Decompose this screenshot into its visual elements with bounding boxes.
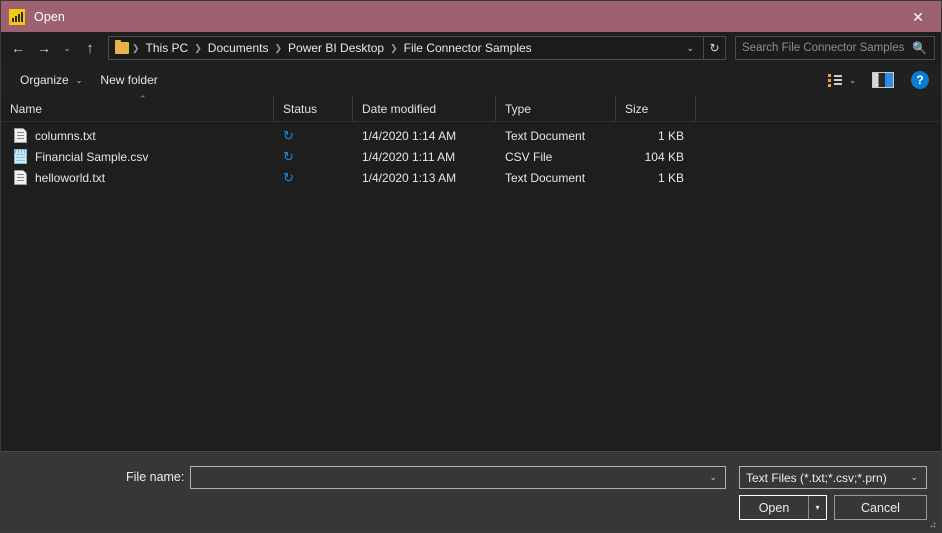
new-folder-button[interactable]: New folder bbox=[91, 69, 166, 91]
breadcrumb-separator-0: ❯ bbox=[132, 42, 140, 53]
resize-grip[interactable] bbox=[927, 519, 937, 529]
chevron-down-icon: ⌄ bbox=[75, 75, 83, 85]
file-size-cell: 104 KB bbox=[644, 149, 684, 164]
text-file-icon bbox=[14, 170, 27, 185]
chevron-down-icon[interactable]: ⌄ bbox=[902, 472, 926, 483]
file-list[interactable]: columns.txt ↻ 1/4/2020 1:14 AM Text Docu… bbox=[1, 122, 941, 451]
forward-button[interactable]: → bbox=[31, 35, 57, 61]
file-status-cell: ↻ bbox=[274, 150, 353, 163]
sync-icon: ↻ bbox=[283, 149, 294, 164]
file-name-label: Financial Sample.csv bbox=[35, 149, 149, 164]
breadcrumb-separator-1: ❯ bbox=[194, 42, 202, 53]
chevron-down-icon[interactable]: ⌄ bbox=[682, 43, 703, 54]
column-headers: Name ⌃ Status Date modified Type Size bbox=[1, 94, 941, 122]
table-row[interactable]: columns.txt ↻ 1/4/2020 1:14 AM Text Docu… bbox=[1, 125, 941, 146]
window-title: Open bbox=[34, 9, 65, 24]
sort-ascending-icon: ⌃ bbox=[139, 94, 147, 104]
file-name-label: helloworld.txt bbox=[35, 170, 106, 185]
open-button-label: Open bbox=[758, 500, 790, 515]
refresh-icon[interactable]: ↻ bbox=[704, 36, 726, 60]
column-header-size[interactable]: Size bbox=[616, 96, 696, 121]
breadcrumb-item-file-connector-samples[interactable]: File Connector Samples bbox=[399, 41, 537, 55]
chevron-down-icon[interactable]: ⌄ bbox=[701, 472, 725, 483]
search-input[interactable]: Search File Connector Samples 🔍 bbox=[735, 36, 935, 60]
file-type-filter-value: Text Files (*.txt;*.csv;*.prn) bbox=[746, 470, 887, 485]
sync-icon: ↻ bbox=[283, 128, 294, 143]
breadcrumb-separator-3: ❯ bbox=[390, 42, 398, 53]
close-icon[interactable]: ✕ bbox=[895, 1, 941, 32]
file-name-field-label: File name: bbox=[126, 470, 185, 484]
file-name-label: columns.txt bbox=[35, 128, 96, 143]
file-date-cell: 1/4/2020 1:14 AM bbox=[362, 128, 457, 143]
column-header-status-label: Status bbox=[283, 101, 318, 116]
breadcrumb[interactable]: ❯ This PC ❯ Documents ❯ Power BI Desktop… bbox=[108, 36, 704, 60]
column-header-type[interactable]: Type bbox=[496, 96, 616, 121]
help-icon[interactable]: ? bbox=[911, 71, 929, 89]
powerbi-icon bbox=[9, 8, 25, 25]
file-date-cell: 1/4/2020 1:11 AM bbox=[362, 149, 456, 164]
file-date-cell: 1/4/2020 1:13 AM bbox=[362, 170, 457, 185]
new-folder-label: New folder bbox=[100, 73, 158, 87]
organize-label: Organize bbox=[20, 73, 69, 87]
chevron-down-icon[interactable]: ⌄ bbox=[842, 76, 866, 85]
column-header-date-modified-label: Date modified bbox=[362, 101, 437, 116]
table-row[interactable]: Financial Sample.csv ↻ 1/4/2020 1:11 AM … bbox=[1, 146, 941, 167]
file-name-input[interactable]: ⌄ bbox=[190, 466, 726, 489]
command-bar: Organize ⌄ New folder ⌄ ? bbox=[1, 64, 941, 96]
breadcrumb-item-documents[interactable]: Documents bbox=[203, 41, 274, 55]
search-icon: 🔍 bbox=[912, 41, 927, 55]
breadcrumb-separator-2: ❯ bbox=[274, 42, 283, 53]
table-row[interactable]: helloworld.txt ↻ 1/4/2020 1:13 AM Text D… bbox=[1, 167, 941, 188]
open-button[interactable]: Open ▾ bbox=[739, 495, 827, 520]
file-type-filter-select[interactable]: Text Files (*.txt;*.csv;*.prn) ⌄ bbox=[739, 466, 927, 489]
column-header-name[interactable]: Name ⌃ bbox=[1, 94, 274, 121]
folder-icon bbox=[115, 40, 129, 54]
open-dropdown-icon[interactable]: ▾ bbox=[808, 496, 826, 519]
text-file-icon bbox=[14, 128, 27, 143]
file-type-cell: CSV File bbox=[505, 149, 553, 164]
column-header-date-modified[interactable]: Date modified bbox=[353, 96, 496, 121]
column-header-name-label: Name bbox=[10, 101, 43, 116]
open-file-dialog: Open ✕ ← → ⌄ ↑ ❯ This PC ❯ Documents ❯ P… bbox=[0, 0, 942, 533]
view-layout-icon[interactable] bbox=[828, 73, 843, 87]
recent-locations-button[interactable]: ⌄ bbox=[57, 35, 77, 61]
file-type-cell: Text Document bbox=[505, 170, 586, 185]
csv-file-icon bbox=[14, 149, 27, 164]
file-name-cell[interactable]: Financial Sample.csv bbox=[1, 149, 274, 164]
up-button[interactable]: ↑ bbox=[77, 35, 103, 61]
breadcrumb-item-power-bi-desktop[interactable]: Power BI Desktop bbox=[283, 41, 389, 55]
file-name-cell[interactable]: columns.txt bbox=[1, 128, 274, 143]
file-size-cell: 1 KB bbox=[657, 170, 684, 185]
file-type-cell: Text Document bbox=[505, 128, 586, 143]
title-bar: Open ✕ bbox=[1, 1, 941, 32]
file-size-cell: 1 KB bbox=[657, 128, 684, 143]
column-header-type-label: Type bbox=[505, 101, 532, 116]
preview-pane-icon[interactable] bbox=[872, 72, 894, 88]
column-header-size-label: Size bbox=[625, 101, 649, 116]
back-button[interactable]: ← bbox=[5, 35, 31, 61]
column-header-status[interactable]: Status bbox=[274, 96, 353, 121]
address-bar: ← → ⌄ ↑ ❯ This PC ❯ Documents ❯ Power BI… bbox=[1, 32, 941, 64]
cancel-button[interactable]: Cancel bbox=[834, 495, 927, 520]
search-placeholder: Search File Connector Samples bbox=[742, 42, 905, 54]
breadcrumb-item-this-pc[interactable]: This PC bbox=[141, 41, 194, 55]
file-name-cell[interactable]: helloworld.txt bbox=[1, 170, 274, 185]
sync-icon: ↻ bbox=[283, 170, 294, 185]
file-status-cell: ↻ bbox=[274, 171, 353, 184]
organize-button[interactable]: Organize ⌄ bbox=[11, 69, 91, 91]
file-status-cell: ↻ bbox=[274, 129, 353, 142]
